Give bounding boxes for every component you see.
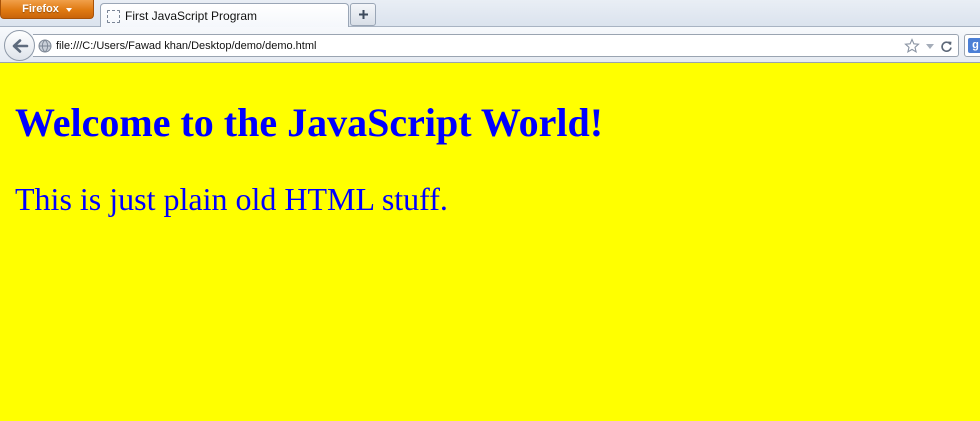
back-button[interactable]	[4, 30, 35, 61]
tab-strip: Firefox First JavaScript Program	[0, 0, 980, 28]
tab-active[interactable]: First JavaScript Program	[100, 3, 349, 28]
back-arrow-icon	[12, 38, 28, 53]
page-heading: Welcome to the JavaScript World!	[15, 100, 604, 145]
firefox-menu-label: Firefox	[22, 3, 59, 15]
navigation-toolbar: file:///C:/Users/Fawad khan/Desktop/demo…	[0, 27, 980, 63]
tab-title: First JavaScript Program	[125, 9, 258, 23]
new-tab-button[interactable]	[350, 3, 376, 26]
globe-icon	[38, 39, 52, 52]
dropdown-arrow-icon[interactable]	[925, 41, 935, 51]
url-text: file:///C:/Users/Fawad khan/Desktop/demo…	[56, 39, 317, 52]
url-bar[interactable]: file:///C:/Users/Fawad khan/Desktop/demo…	[33, 34, 959, 57]
chevron-down-icon	[65, 7, 72, 12]
firefox-menu-button[interactable]: Firefox	[0, 0, 94, 19]
reload-icon[interactable]	[940, 40, 953, 53]
browser-chrome: Firefox First JavaScript Program file://…	[0, 0, 980, 63]
search-box[interactable]: g	[964, 34, 980, 57]
google-icon[interactable]: g	[968, 38, 980, 53]
page-content: Welcome to the JavaScript World! This is…	[0, 64, 980, 421]
page-icon	[107, 9, 120, 23]
url-bar-actions	[904, 38, 953, 54]
plus-icon	[358, 10, 368, 19]
star-icon[interactable]	[904, 38, 920, 54]
page-paragraph: This is just plain old HTML stuff.	[15, 181, 448, 217]
